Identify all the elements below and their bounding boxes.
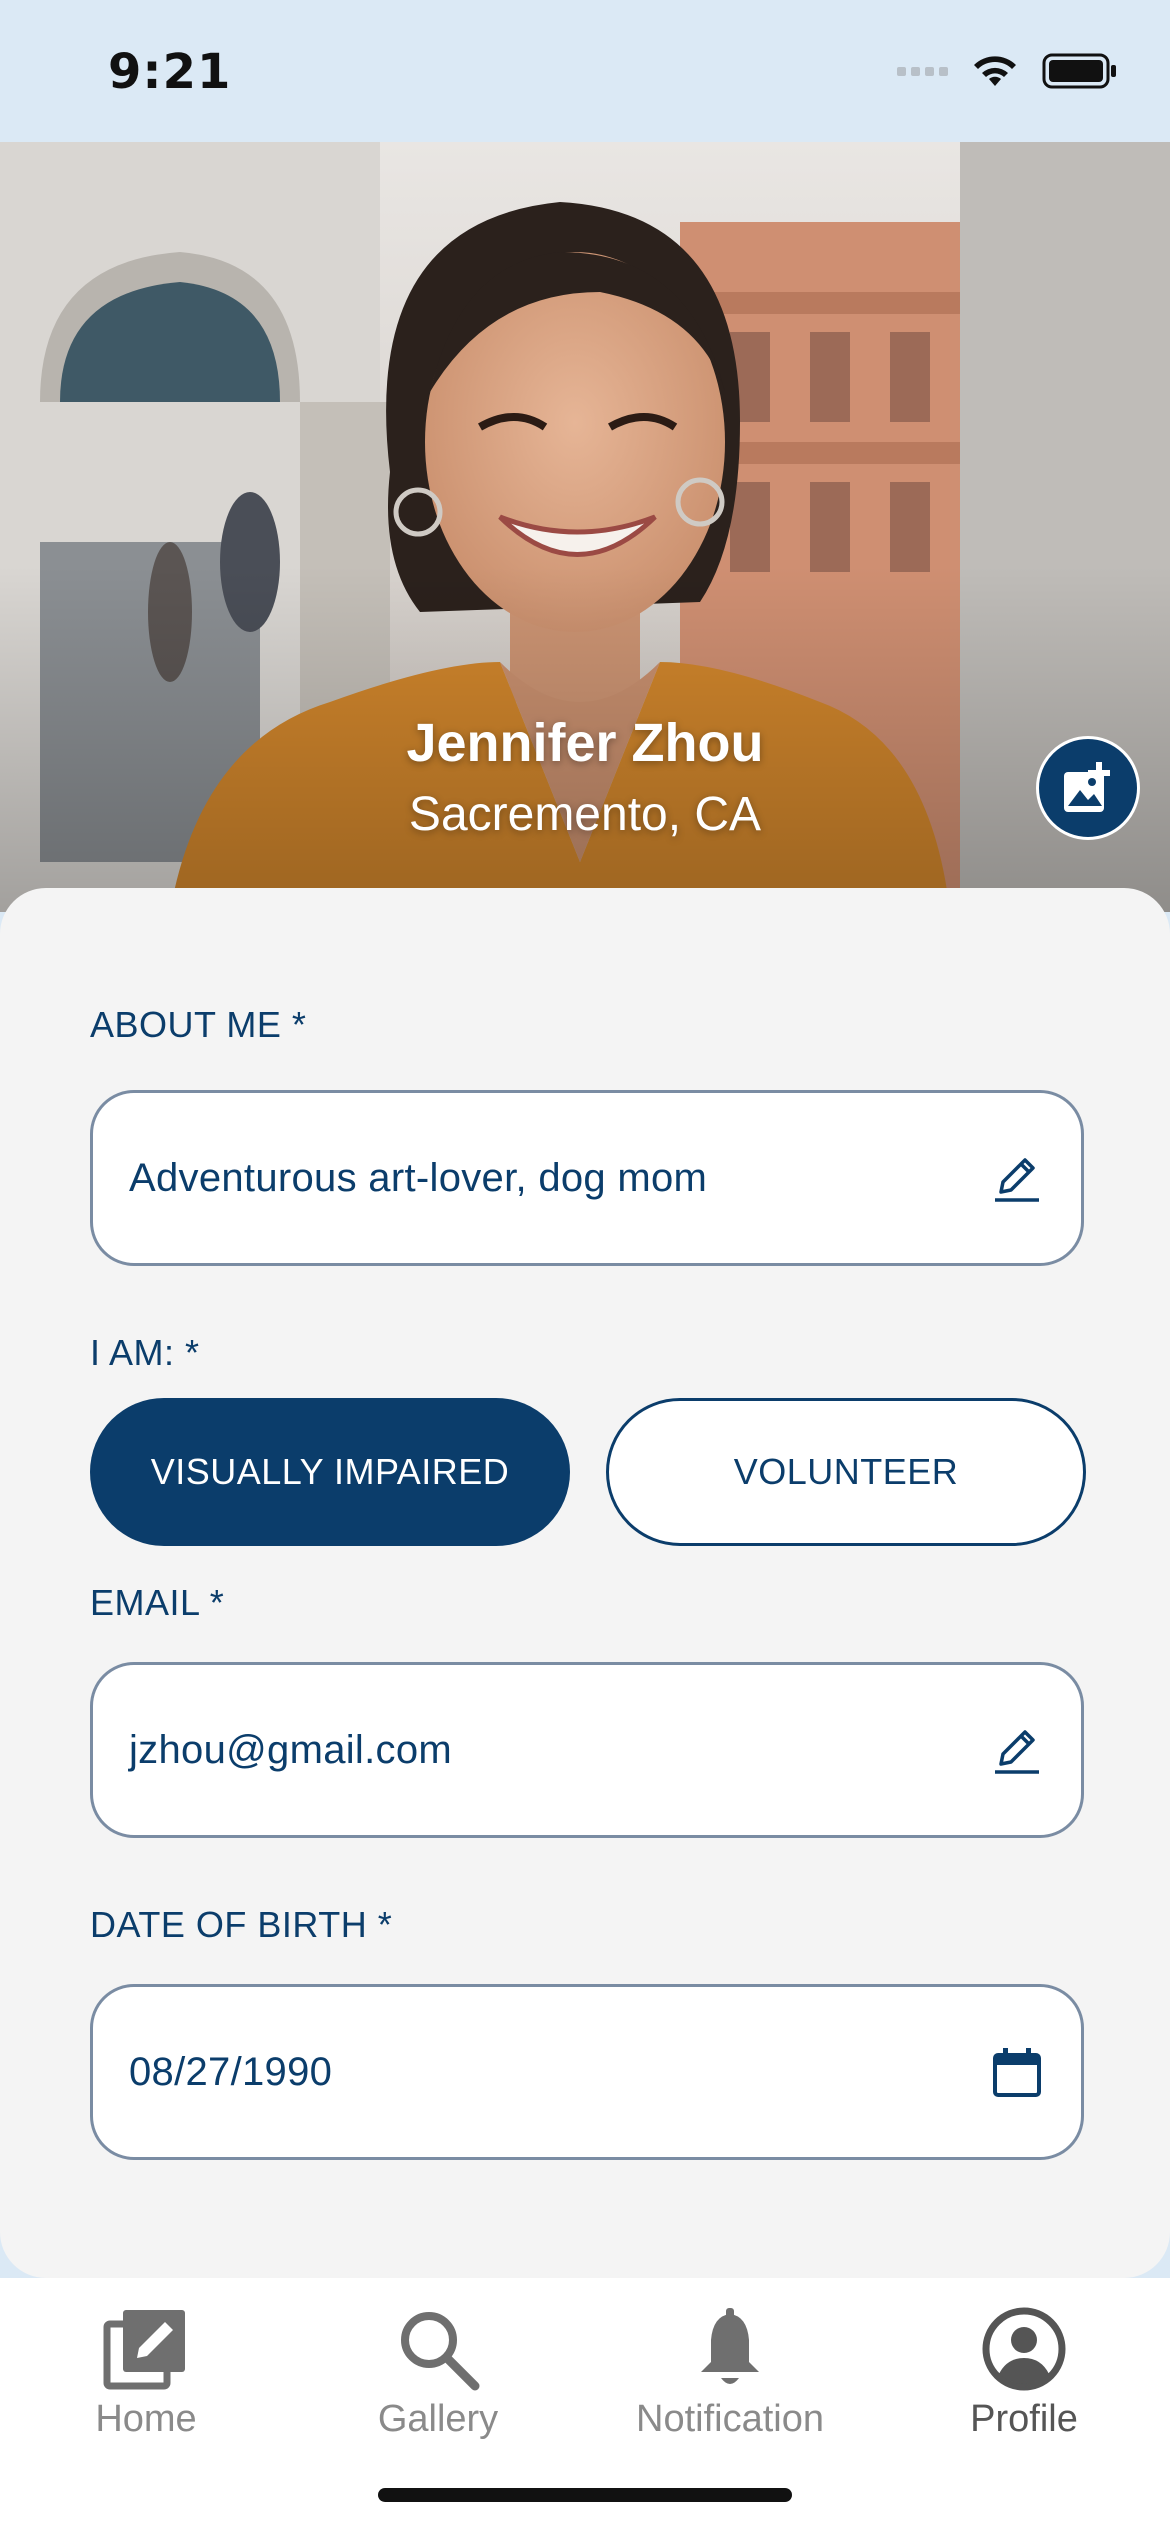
email-label: EMAIL * — [90, 1582, 225, 1623]
tab-profile-label: Profile — [970, 2398, 1078, 2440]
bell-icon — [701, 2308, 759, 2384]
status-bar: 9:21 — [0, 0, 1170, 142]
email-field[interactable]: jzhou@gmail.com — [90, 1662, 1084, 1838]
tab-notification-label: Notification — [636, 2398, 824, 2440]
edit-square-icon — [103, 2310, 185, 2390]
profile-cover-photo: Jennifer Zhou Sacremento, CA — [0, 142, 1170, 912]
cellular-signal-icon — [897, 66, 948, 76]
tab-notification[interactable]: Notification — [610, 2306, 850, 2456]
wifi-icon — [974, 56, 1016, 86]
account-circle-icon — [982, 2307, 1066, 2391]
search-icon — [401, 2312, 480, 2391]
pencil-icon[interactable] — [989, 1150, 1045, 1206]
i-am-label: I AM: * — [90, 1332, 200, 1373]
about-me-field[interactable]: Adventurous art-lover, dog mom — [90, 1090, 1084, 1266]
add-photo-icon — [1064, 762, 1110, 812]
pencil-icon[interactable] — [989, 1722, 1045, 1778]
tab-gallery-label: Gallery — [377, 2398, 499, 2440]
tab-gallery[interactable]: Gallery — [318, 2306, 558, 2456]
tab-home[interactable]: Home — [26, 2306, 266, 2456]
about-me-value: Adventurous art-lover, dog mom — [129, 1155, 708, 1200]
change-photo-button[interactable] — [1036, 736, 1140, 840]
battery-icon — [1042, 53, 1116, 89]
status-time: 9:21 — [108, 44, 232, 100]
status-icons — [897, 52, 1118, 90]
home-indicator — [378, 2488, 792, 2502]
date-of-birth-field[interactable]: 08/27/1990 — [90, 1984, 1084, 2160]
about-me-label: ABOUT ME * — [90, 1004, 307, 1045]
date-of-birth-value: 08/27/1990 — [129, 2049, 333, 2094]
profile-name: Jennifer Zhou — [406, 713, 764, 773]
calendar-icon[interactable] — [989, 2044, 1045, 2100]
date-of-birth-label: DATE OF BIRTH * — [90, 1904, 393, 1945]
role-volunteer-button[interactable]: VOLUNTEER — [606, 1398, 1086, 1546]
tab-home-label: Home — [95, 2398, 197, 2440]
profile-location: Sacremento, CA — [408, 788, 762, 841]
role-visually-impaired-button[interactable]: VISUALLY IMPAIRED — [90, 1398, 570, 1546]
email-value: jzhou@gmail.com — [129, 1727, 452, 1772]
tab-profile[interactable]: Profile — [904, 2306, 1144, 2456]
